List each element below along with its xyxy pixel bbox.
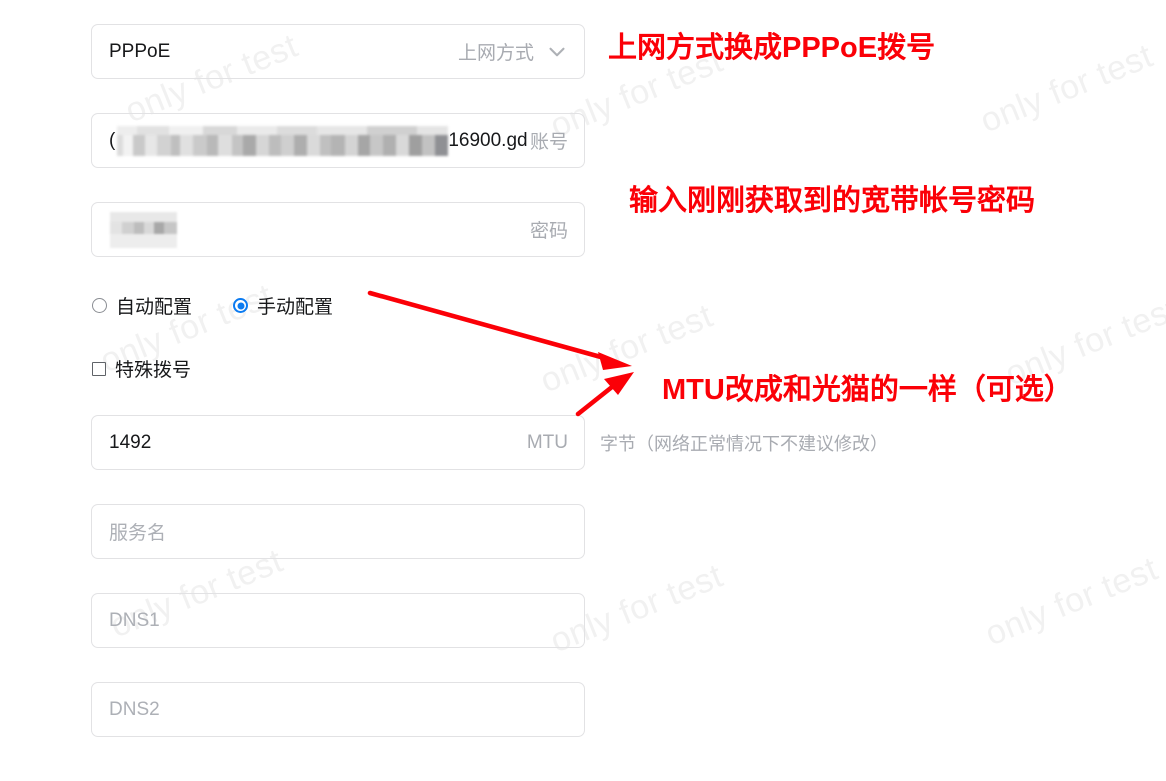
annotation-note-1: 上网方式换成PPPoE拨号 <box>608 32 936 64</box>
service-name-placeholder: 服务名 <box>109 523 167 544</box>
password-label: 密码 <box>529 221 568 242</box>
checkbox-special-dial[interactable]: 特殊拨号 <box>92 355 191 382</box>
radio-checked-icon[interactable] <box>233 298 248 313</box>
password-input[interactable]: 密码 <box>91 202 585 257</box>
arrow-to-mtu-note-short <box>575 372 634 417</box>
dns1-input[interactable]: DNS1 <box>91 593 585 648</box>
watermark-text: only for test <box>535 296 719 401</box>
password-redaction-mask <box>110 211 177 248</box>
dns2-placeholder: DNS2 <box>109 698 160 720</box>
checkbox-special-dial-label: 特殊拨号 <box>115 360 192 381</box>
dns2-input[interactable]: DNS2 <box>91 682 585 737</box>
arrow-to-mtu-note-long <box>367 290 632 370</box>
account-redaction-mask <box>117 125 449 156</box>
chevron-down-icon[interactable] <box>546 41 568 63</box>
mtu-input[interactable]: 1492 MTU <box>91 415 585 470</box>
radio-unchecked-icon[interactable] <box>92 298 107 313</box>
radio-manual-config-label: 手动配置 <box>257 297 334 318</box>
mtu-hint-text: 字节（网络正常情况下不建议修改） <box>600 434 888 454</box>
account-value-tail: 16900.gd <box>448 129 528 151</box>
dns1-placeholder: DNS1 <box>109 609 160 631</box>
mtu-label: MTU <box>526 431 568 453</box>
annotation-note-3: MTU改成和光猫的一样（可选） <box>662 374 1073 406</box>
watermark-text: only for test <box>980 549 1164 654</box>
watermark-text: only for test <box>1000 289 1166 394</box>
connection-type-select[interactable]: PPPoE 上网方式 <box>91 24 585 79</box>
watermark-text: only for test <box>975 36 1159 141</box>
connection-type-label: 上网方式 <box>457 43 534 64</box>
service-name-input[interactable]: 服务名 <box>91 504 585 559</box>
radio-manual-config[interactable]: 手动配置 <box>233 292 333 319</box>
account-value-prefix: ( <box>109 129 116 151</box>
connection-type-value: PPPoE <box>109 40 171 62</box>
mtu-value: 1492 <box>109 431 152 453</box>
radio-auto-config-label: 自动配置 <box>116 297 193 318</box>
checkbox-unchecked-icon[interactable] <box>92 361 106 376</box>
annotation-note-2: 输入刚刚获取到的宽带帐号密码 <box>629 185 1036 217</box>
account-input[interactable]: ( 16900.gd 账号 <box>91 113 585 168</box>
radio-auto-config[interactable]: 自动配置 <box>92 292 192 319</box>
account-label: 账号 <box>529 132 568 153</box>
